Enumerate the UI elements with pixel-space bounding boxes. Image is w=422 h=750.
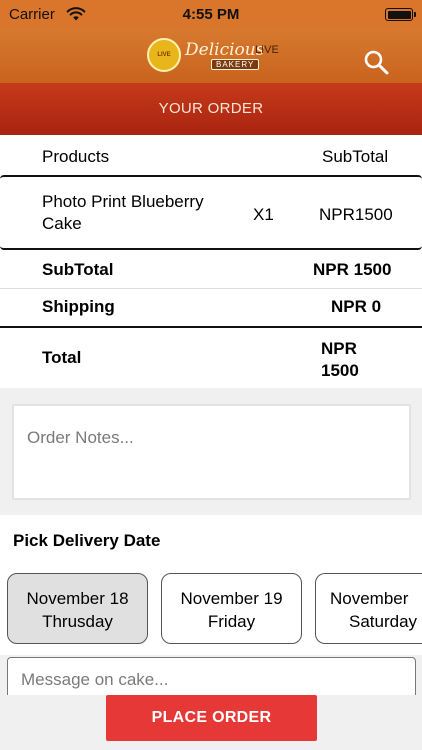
search-icon[interactable] [363,49,389,75]
navbar: LIVE Delicious LIVE BAKERY [0,28,422,83]
battery-icon [385,8,416,21]
place-order-button[interactable]: PLACE ORDER [106,695,317,741]
order-summary: Products SubTotal Photo Print Blueberry … [0,135,422,388]
logo-word: Delicious [185,40,265,60]
divider [0,326,422,328]
shipping-label: Shipping [42,297,115,316]
date-label: November 19 [180,589,283,608]
subtotal-label: SubTotal [42,260,114,279]
order-header: YOUR ORDER [0,83,422,135]
subtotal-column-header: SubTotal [322,147,389,166]
date-option-saturday[interactable]: November Saturday [315,573,422,644]
logo-bakery: BAKERY [211,59,260,70]
date-label: November 18 [26,589,129,608]
bakery-logo[interactable]: LIVE Delicious LIVE BAKERY [147,38,279,74]
footer-bar: PLACE ORDER [0,695,422,750]
total-amount: 1500 [321,361,359,380]
date-label: November [330,589,409,608]
logo-badge: LIVE [147,38,181,72]
product-row[interactable]: Photo Print Blueberry Cake X1 NPR1500 [0,175,422,250]
day-label: Friday [207,612,256,631]
divider [0,288,422,289]
subtotal-value: NPR 1500 [313,260,392,279]
order-notes-field[interactable]: Order Notes... [12,404,411,500]
logo-live: LIVE [255,44,279,56]
delivery-date-picker[interactable]: November 18 Thrusday November 19 Friday … [0,560,422,655]
date-option-nov-19[interactable]: November 19 Friday [161,573,302,644]
product-quantity: X1 [253,205,274,224]
product-price: NPR1500 [319,205,393,224]
day-label: Saturday [349,612,418,631]
shipping-value: NPR 0 [331,297,382,316]
status-bar: Carrier 4:55 PM [0,0,422,28]
clock: 4:55 PM [182,6,240,23]
total-currency: NPR [321,339,357,358]
logo-badge-text: LIVE [157,52,171,58]
total-label: Total [42,348,82,367]
date-option-nov-18[interactable]: November 18 Thrusday [7,573,148,644]
total-value: NPR 1500 [321,338,359,382]
product-name: Photo Print Blueberry Cake [42,192,204,233]
day-label: Thrusday [42,612,113,631]
products-column-header: Products [42,147,110,166]
